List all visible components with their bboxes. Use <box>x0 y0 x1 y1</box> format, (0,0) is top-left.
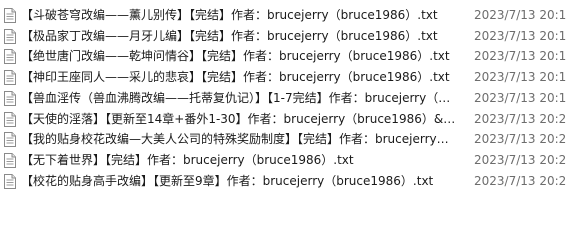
file-modified-date: 2023/7/13 20:20 <box>474 173 566 188</box>
file-row-9[interactable]: 【校花的贴身高手改编】【更新至9章】作者：brucejerry（bruce198… <box>0 171 566 192</box>
text-file-icon <box>4 90 16 106</box>
file-row-5[interactable]: 【兽血淫传（兽血沸腾改编——托蒂复仇记）】【1-7完结】作者：brucejerr… <box>0 88 566 109</box>
file-row-8[interactable]: 【无下着世界】【完结】作者：brucejerry（bruce1986）.txt … <box>0 150 566 171</box>
file-name[interactable]: 【绝世唐门改编——乾坤问情谷】【完结】作者：brucejerry（bruce19… <box>21 46 456 67</box>
text-file-icon <box>4 132 16 148</box>
file-name[interactable]: 【无下着世界】【完结】作者：brucejerry（bruce1986）.txt <box>21 150 456 171</box>
text-file-icon <box>4 28 16 44</box>
file-row-6[interactable]: 【天使的淫落】【更新至14章+番外1-30】作者：brucejerry（bruc… <box>0 109 566 130</box>
text-file-icon <box>4 49 16 65</box>
file-row-4[interactable]: 【神印王座同人——采儿的悲哀】【完结】作者：brucejerry（bruce19… <box>0 67 566 88</box>
file-name[interactable]: 【斗破苍穹改编——薰儿别传】【完结】作者：brucejerry（bruce198… <box>21 5 456 26</box>
file-modified-date: 2023/7/13 20:18 <box>474 8 566 22</box>
file-name[interactable]: 【兽血淫传（兽血沸腾改编——托蒂复仇记）】【1-7完结】作者：brucejerr… <box>21 88 456 109</box>
file-name[interactable]: 【神印王座同人——采儿的悲哀】【完结】作者：brucejerry（bruce19… <box>21 67 456 88</box>
file-modified-date: 2023/7/13 20:19 <box>474 70 566 85</box>
text-file-icon <box>4 70 16 86</box>
file-name[interactable]: 【我的贴身校花改编—大美人公司的特殊奖励制度】【完结】作者：brucejerry… <box>21 129 456 150</box>
file-row-7[interactable]: 【我的贴身校花改编—大美人公司的特殊奖励制度】【完结】作者：brucejerry… <box>0 129 566 150</box>
text-file-icon <box>4 173 16 189</box>
file-name[interactable]: 【校花的贴身高手改编】【更新至9章】作者：brucejerry（bruce198… <box>21 171 456 192</box>
file-modified-date: 2023/7/13 20:19 <box>474 49 566 64</box>
text-file-icon <box>4 111 16 127</box>
text-file-icon <box>4 8 16 23</box>
file-row-2[interactable]: 【极品家丁改编——月牙儿编】【完结】作者：brucejerry（bruce198… <box>0 26 566 47</box>
file-modified-date: 2023/7/13 20:18 <box>474 28 566 43</box>
file-modified-date: 2023/7/13 20:19 <box>474 90 566 105</box>
file-modified-date: 2023/7/13 20:20 <box>474 132 566 147</box>
file-name[interactable]: 【天使的淫落】【更新至14章+番外1-30】作者：brucejerry（bruc… <box>21 109 456 130</box>
file-row-3[interactable]: 【绝世唐门改编——乾坤问情谷】【完结】作者：brucejerry（bruce19… <box>0 46 566 67</box>
file-list: 【斗破苍穹改编——薰儿别传】【完结】作者：brucejerry（bruce198… <box>0 0 566 211</box>
file-modified-date: 2023/7/13 20:20 <box>474 111 566 126</box>
file-name[interactable]: 【极品家丁改编——月牙儿编】【完结】作者：brucejerry（bruce198… <box>21 26 456 47</box>
text-file-icon <box>4 152 16 168</box>
file-modified-date: 2023/7/13 20:20 <box>474 152 566 167</box>
file-row-1[interactable]: 【斗破苍穹改编——薰儿别传】【完结】作者：brucejerry（bruce198… <box>0 5 566 26</box>
